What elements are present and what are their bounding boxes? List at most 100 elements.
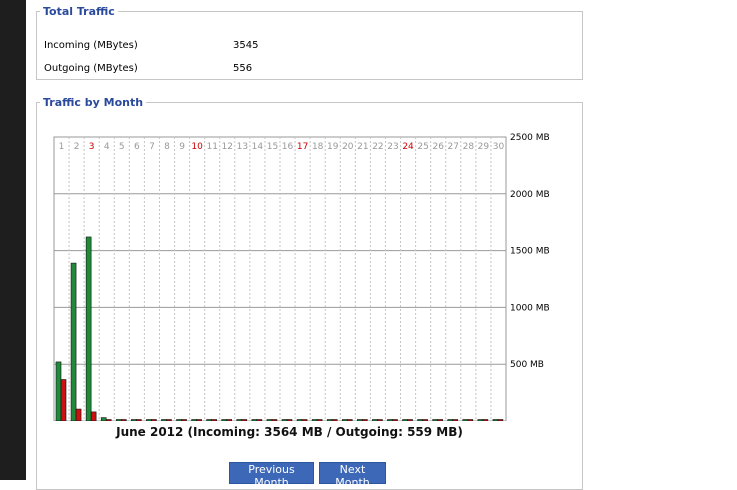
outgoing-row: Outgoing (MBytes) 556	[44, 63, 252, 74]
day-label: 25	[417, 142, 428, 152]
day-label: 23	[387, 142, 398, 152]
traffic-by-month-title: Traffic by Month	[43, 96, 144, 109]
day-label: 14	[252, 142, 264, 152]
left-dark-bar	[0, 0, 26, 480]
day-label: 22	[372, 142, 383, 152]
outgoing-bar	[181, 419, 187, 421]
outgoing-bar	[301, 419, 308, 421]
day-label: 20	[342, 142, 354, 152]
day-label: 21	[357, 142, 368, 152]
incoming-bar	[55, 361, 62, 421]
day-label: 29	[478, 142, 490, 152]
day-label: 26	[432, 142, 444, 152]
day-label: 19	[327, 142, 339, 152]
incoming-label: Incoming (MBytes)	[44, 40, 138, 51]
incoming-bar	[311, 419, 318, 421]
incoming-row: Incoming (MBytes) 3545	[44, 40, 258, 51]
incoming-bar	[326, 419, 333, 421]
outgoing-bar	[467, 419, 474, 421]
y-tick-label: 500 MB	[510, 360, 544, 370]
incoming-bar	[115, 419, 122, 421]
y-tick-label: 1000 MB	[510, 303, 550, 313]
day-label: 28	[463, 142, 475, 152]
incoming-bar	[236, 419, 243, 421]
outgoing-bar	[256, 419, 263, 421]
incoming-bar	[462, 419, 469, 421]
day-label: 17	[297, 142, 308, 152]
day-label: 11	[206, 142, 217, 152]
outgoing-bar	[422, 419, 428, 421]
next-month-button[interactable]: Next Month	[319, 462, 386, 489]
incoming-bar	[477, 419, 484, 421]
outgoing-bar	[241, 419, 248, 421]
incoming-bar	[70, 262, 77, 421]
incoming-bar	[251, 419, 258, 421]
outgoing-bar	[271, 419, 278, 421]
day-label: 13	[237, 142, 248, 152]
incoming-bar	[417, 419, 423, 421]
incoming-bar	[221, 419, 228, 421]
outgoing-bar	[377, 419, 383, 421]
outgoing-bar	[286, 419, 293, 421]
outgoing-bar	[151, 419, 157, 421]
day-label: 1	[59, 142, 65, 152]
y-tick-label: 2000 MB	[510, 190, 550, 200]
day-label: 10	[191, 142, 203, 152]
outgoing-bar	[105, 419, 112, 421]
day-label: 9	[179, 142, 185, 152]
incoming-bar	[85, 236, 92, 421]
incoming-bar	[372, 419, 378, 421]
outgoing-bar	[497, 419, 504, 421]
outgoing-bar	[346, 419, 353, 421]
total-traffic-box: Total Traffic Incoming (MBytes) 3545 Out…	[36, 5, 583, 80]
outgoing-bar	[60, 379, 67, 421]
day-label: 2	[74, 142, 80, 152]
outgoing-bar	[90, 411, 97, 421]
incoming-bar	[191, 419, 197, 421]
incoming-bar	[131, 419, 137, 421]
outgoing-bar	[482, 419, 489, 421]
day-label: 3	[89, 142, 95, 152]
day-label: 8	[164, 142, 170, 152]
day-label: 30	[493, 142, 505, 152]
day-label: 15	[267, 142, 278, 152]
incoming-bar	[492, 419, 499, 421]
outgoing-bar	[211, 419, 217, 421]
incoming-bar	[146, 419, 152, 421]
y-tick-label: 1500 MB	[510, 247, 550, 257]
outgoing-label: Outgoing (MBytes)	[44, 63, 138, 74]
day-label: 5	[119, 142, 125, 152]
day-label: 6	[134, 142, 140, 152]
incoming-bar	[296, 419, 303, 421]
outgoing-bar	[316, 419, 323, 421]
incoming-bar	[341, 419, 348, 421]
outgoing-bar	[196, 419, 202, 421]
day-label: 7	[149, 142, 155, 152]
outgoing-bar	[392, 419, 398, 421]
incoming-bar	[266, 419, 273, 421]
outgoing-bar	[75, 408, 82, 421]
traffic-by-month-box: Traffic by Month 500 MB 1000 MB 1500 MB 200…	[36, 96, 583, 490]
day-label: 27	[448, 142, 459, 152]
outgoing-bar	[437, 419, 443, 421]
day-label: 16	[282, 142, 294, 152]
incoming-bar	[387, 419, 393, 421]
outgoing-bar	[166, 419, 172, 421]
incoming-bar	[100, 417, 107, 421]
incoming-value: 3545	[233, 40, 259, 51]
outgoing-bar	[452, 419, 459, 421]
incoming-bar	[161, 419, 167, 421]
incoming-bar	[447, 419, 454, 421]
outgoing-bar	[226, 419, 233, 421]
incoming-bar	[281, 419, 288, 421]
incoming-bar	[206, 419, 212, 421]
incoming-bar	[176, 419, 182, 421]
outgoing-bar	[120, 419, 127, 421]
previous-month-button[interactable]: Previous Month	[229, 462, 314, 489]
outgoing-bar	[136, 419, 142, 421]
day-label: 12	[222, 142, 233, 152]
outgoing-bar	[407, 419, 413, 421]
day-label: 4	[104, 142, 110, 152]
day-label: 24	[402, 142, 414, 152]
incoming-bar	[432, 419, 438, 421]
